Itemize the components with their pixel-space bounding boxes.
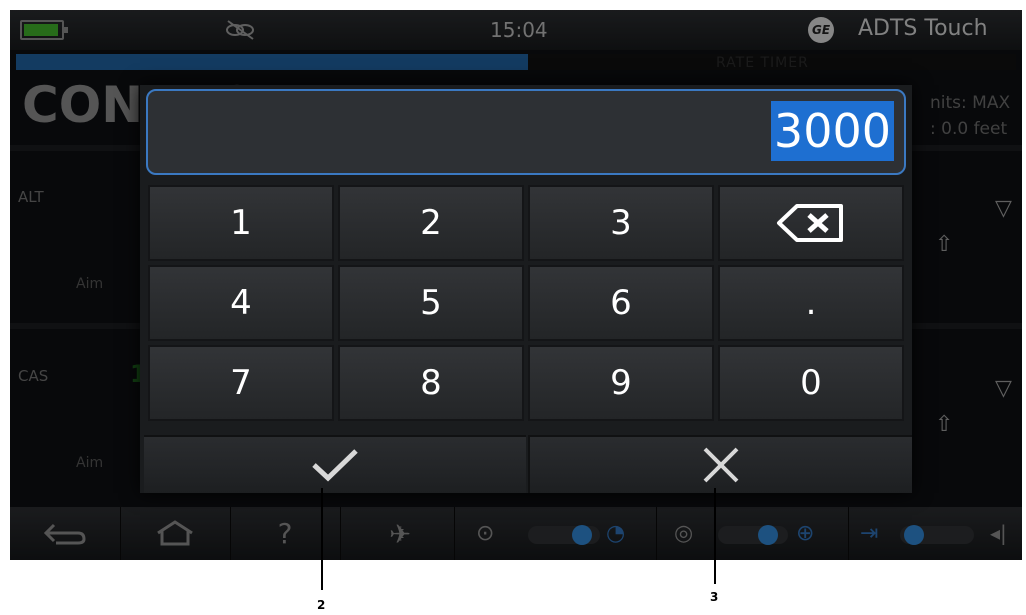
key-5[interactable]: 5 [338, 265, 524, 341]
keypad-grid: 1 2 3 4 5 6 . 7 8 9 0 [148, 185, 908, 425]
callout-number-3: 3 [710, 590, 719, 604]
key-3[interactable]: 3 [528, 185, 714, 261]
cancel-button[interactable] [528, 435, 912, 493]
entry-value: 3000 [770, 101, 894, 161]
close-icon [703, 447, 739, 483]
numeric-keypad-dialog: 3000 1 2 3 4 5 6 . 7 8 9 0 [140, 85, 912, 493]
backspace-button[interactable] [718, 185, 904, 261]
backspace-icon [777, 204, 843, 242]
device-screen: 15:04 GE ADTS Touch RATE TIMER CONTROL n… [10, 10, 1022, 560]
callout-line-cancel [714, 488, 716, 584]
key-decimal[interactable]: . [718, 265, 904, 341]
key-6[interactable]: 6 [528, 265, 714, 341]
key-8[interactable]: 8 [338, 345, 524, 421]
key-1[interactable]: 1 [148, 185, 334, 261]
check-icon [312, 449, 358, 482]
key-4[interactable]: 4 [148, 265, 334, 341]
callout-line-confirm [321, 488, 323, 590]
callout-number-2: 2 [317, 598, 326, 612]
confirm-button[interactable] [144, 435, 526, 493]
key-2[interactable]: 2 [338, 185, 524, 261]
key-7[interactable]: 7 [148, 345, 334, 421]
value-entry-field[interactable]: 3000 [146, 89, 906, 175]
key-0[interactable]: 0 [718, 345, 904, 421]
key-9[interactable]: 9 [528, 345, 714, 421]
